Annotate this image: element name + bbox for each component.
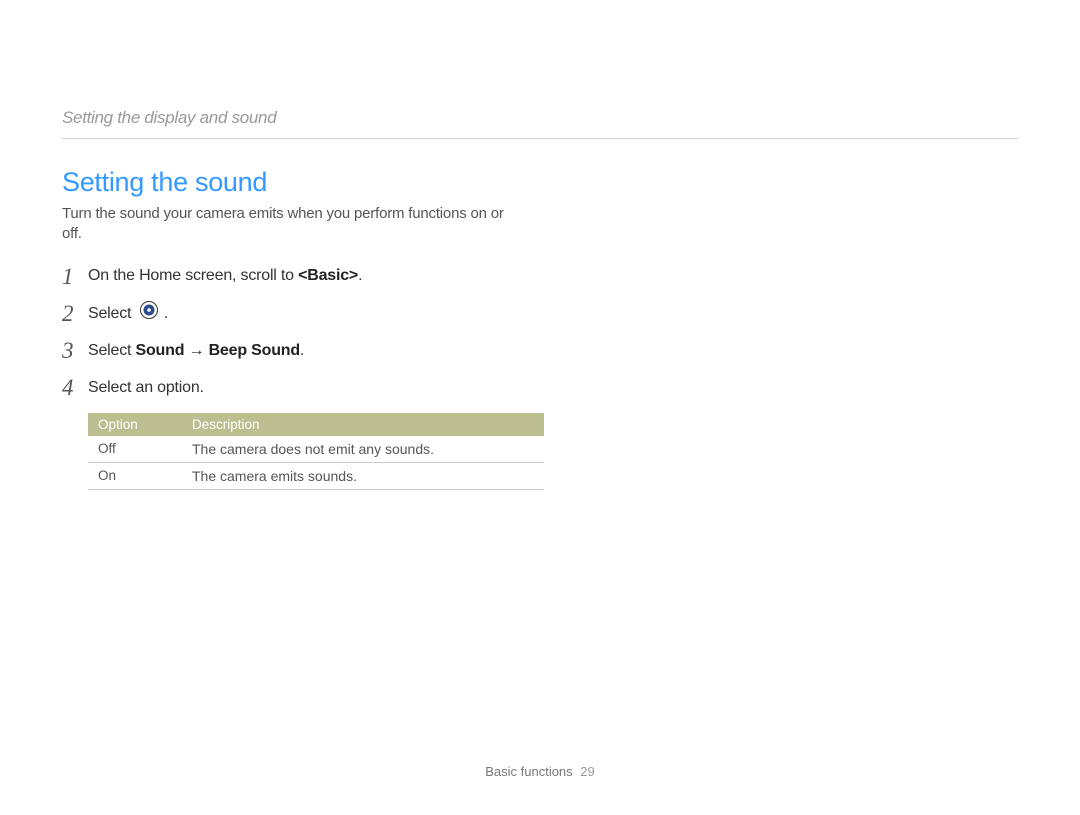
step-number: 1: [62, 265, 88, 288]
page-footer: Basic functions 29: [0, 764, 1080, 779]
step-item: 3 Select Sound → Beep Sound.: [62, 339, 1018, 362]
step-item: 1 On the Home screen, scroll to <Basic>.: [62, 265, 1018, 288]
table-cell-option: Off: [88, 436, 182, 463]
divider: [62, 138, 1018, 139]
table-cell-description: The camera does not emit any sounds.: [182, 436, 544, 463]
table-row: Off The camera does not emit any sounds.: [88, 436, 544, 463]
settings-dial-icon: [140, 301, 158, 324]
step-text: On the Home screen, scroll to <Basic>.: [88, 266, 362, 285]
step-text: Select .: [88, 302, 168, 325]
manual-page: Setting the display and sound Setting th…: [0, 0, 1080, 530]
step-text: Select Sound → Beep Sound.: [88, 341, 304, 360]
step-number: 4: [62, 376, 88, 399]
table-header-description: Description: [182, 413, 544, 436]
breadcrumb: Setting the display and sound: [62, 108, 1018, 128]
step-list: 1 On the Home screen, scroll to <Basic>.…: [62, 265, 1018, 399]
step-item: 4 Select an option.: [62, 376, 1018, 399]
table-cell-option: On: [88, 462, 182, 489]
step-item: 2 Select .: [62, 302, 1018, 325]
step-number: 2: [62, 302, 88, 325]
section-title: Setting the sound: [62, 167, 1018, 198]
options-table: Option Description Off The camera does n…: [88, 413, 544, 490]
footer-section: Basic functions: [485, 764, 572, 779]
intro-text: Turn the sound your camera emits when yo…: [62, 204, 522, 245]
footer-page-number: 29: [580, 764, 594, 779]
table-header-option: Option: [88, 413, 182, 436]
table-cell-description: The camera emits sounds.: [182, 462, 544, 489]
step-text: Select an option.: [88, 378, 204, 397]
table-row: On The camera emits sounds.: [88, 462, 544, 489]
step-number: 3: [62, 339, 88, 362]
